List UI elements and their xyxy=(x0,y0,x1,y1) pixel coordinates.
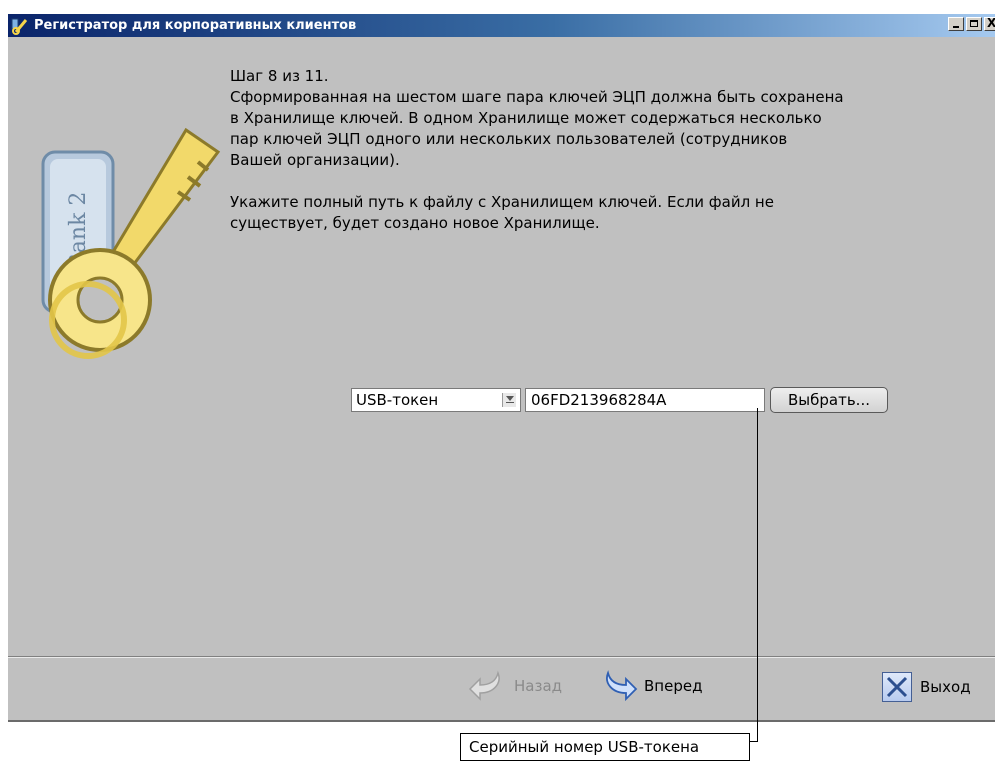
token-serial-value: 06FD213968284A xyxy=(531,391,667,409)
close-button[interactable]: X xyxy=(984,16,995,31)
window-title: Регистратор для корпоративных клиентов xyxy=(34,18,357,33)
choose-button[interactable]: Выбрать... xyxy=(770,387,888,413)
maximize-button[interactable] xyxy=(966,17,982,31)
title-bar[interactable]: Регистратор для корпоративных клиентов X xyxy=(8,14,995,37)
minimize-icon xyxy=(953,26,959,28)
step-description: Шаг 8 из 11. Сформированная на шестом ша… xyxy=(230,67,844,232)
exit-button[interactable]: Выход xyxy=(882,670,971,704)
ibank-key-logo: iBank 2 xyxy=(41,127,221,359)
callout-leader-tick xyxy=(750,741,758,742)
storage-type-select[interactable]: USB-токен xyxy=(351,388,521,412)
exit-label: Выход xyxy=(920,678,971,696)
token-serial-field[interactable]: 06FD213968284A xyxy=(525,388,765,412)
window-controls: X xyxy=(948,16,995,31)
registrar-window: Регистратор для корпоративных клиентов X… xyxy=(8,14,995,722)
next-label: Вперед xyxy=(644,677,703,695)
maximize-icon xyxy=(970,20,978,27)
callout-leader-line xyxy=(757,408,758,741)
exit-icon xyxy=(882,672,912,702)
back-arrow-icon xyxy=(468,670,500,701)
app-icon xyxy=(11,18,28,35)
close-icon: X xyxy=(987,16,995,30)
next-button[interactable]: Вперед xyxy=(598,668,702,704)
storage-type-value: USB-токен xyxy=(356,391,439,409)
back-button[interactable]: Назад xyxy=(468,668,562,704)
footer-separator xyxy=(8,656,995,658)
serial-number-callout: Серийный номер USB-токена xyxy=(460,733,750,761)
minimize-button[interactable] xyxy=(948,17,964,31)
dropdown-arrow-icon[interactable] xyxy=(502,393,516,407)
forward-arrow-icon xyxy=(606,670,638,702)
back-label: Назад xyxy=(514,677,563,695)
